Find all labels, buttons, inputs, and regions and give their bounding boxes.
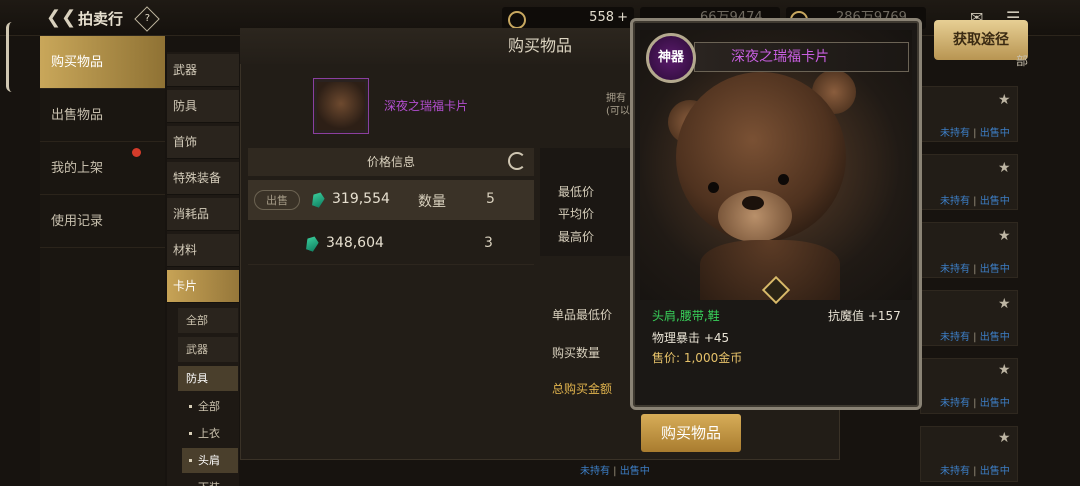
category-consumable[interactable]: 消耗品 — [167, 198, 239, 231]
star-icon[interactable]: ★ — [998, 296, 1011, 312]
list-item-status: 未持有 | 出售中 — [580, 466, 650, 477]
row-2-price: 348,604 — [326, 235, 384, 251]
sidebar-item-sell[interactable]: 出售物品 — [40, 89, 165, 142]
row-1-price: 319,554 — [332, 191, 390, 207]
back-arrow-icon[interactable]: ❮❮ — [46, 8, 76, 28]
card-stat-magic-resist: 抗魔值 +157 — [828, 309, 901, 323]
star-icon[interactable]: ★ — [998, 362, 1011, 378]
buy-button[interactable]: 购买物品 — [641, 414, 741, 452]
price-info-header: 价格信息 — [248, 148, 534, 176]
min-price-label: 最低价 — [558, 185, 595, 199]
star-icon[interactable]: ★ — [998, 160, 1011, 176]
sidebar-item-buy[interactable]: 购买物品 — [40, 36, 165, 89]
card-sell-price: 售价: 1,000金币 — [652, 351, 743, 365]
category-card[interactable]: 卡片 — [167, 270, 239, 303]
card-stat-crit: 物理暴击 +45 — [652, 331, 730, 345]
bear-eye-icon — [778, 174, 789, 185]
notification-dot — [132, 148, 141, 157]
bear-eye-icon — [708, 182, 719, 193]
avg-price-label: 平均价 — [558, 207, 595, 221]
category-material[interactable]: 材料 — [167, 234, 239, 267]
max-price-label: 最高价 — [558, 230, 595, 244]
coin-icon — [508, 11, 526, 29]
category-armor[interactable]: 防具 — [167, 90, 239, 123]
partial-tab-label: 部 — [1016, 54, 1029, 68]
subsub-headshoulder[interactable]: 头肩 — [182, 448, 238, 473]
sub-armor[interactable]: 防具 — [178, 366, 238, 391]
card-name-banner: 深夜之瑞福卡片 — [694, 42, 909, 72]
owned-info: 拥有 (可以 — [606, 93, 630, 117]
sidebar-item-history[interactable]: 使用记录 — [40, 195, 165, 248]
star-icon[interactable]: ★ — [998, 430, 1011, 446]
list-item-status: 未持有 | 出售中 — [940, 264, 1010, 275]
bear-nose-icon — [742, 196, 764, 210]
row-1-qty: 5 — [486, 191, 495, 207]
list-item-status: 未持有 | 出售中 — [940, 398, 1010, 409]
unit-min-price-label: 单品最低价 — [552, 308, 613, 322]
currency-1-amount: 558 — [589, 10, 614, 25]
list-item-status: 未持有 | 出售中 — [940, 332, 1010, 343]
subsub-all[interactable]: 全部 — [182, 394, 238, 419]
buy-qty-label: 购买数量 — [552, 346, 601, 360]
sell-tag[interactable]: 出售 — [254, 190, 300, 210]
star-icon[interactable]: ★ — [998, 92, 1011, 108]
sub-weapon[interactable]: 武器 — [178, 337, 238, 362]
subsub-top[interactable]: 上衣 — [182, 421, 238, 446]
item-name: 深夜之瑞福卡片 — [384, 99, 469, 113]
row-1-qty-label: 数量 — [418, 194, 446, 210]
sidebar-item-my-listings[interactable]: 我的上架 — [40, 142, 165, 195]
category-accessory[interactable]: 首饰 — [167, 126, 239, 159]
row-2-qty: 3 — [484, 235, 493, 251]
subsub-bottom[interactable]: 下装 — [182, 475, 238, 486]
get-source-button[interactable]: 获取途径 — [934, 20, 1028, 60]
star-icon[interactable]: ★ — [998, 228, 1011, 244]
row-divider — [248, 264, 534, 265]
bear-card-thumbnail-icon — [317, 82, 365, 130]
currency-pill-1: 558 + — [502, 7, 634, 29]
total-amount-label: 总购买金额 — [552, 382, 613, 396]
card-slots: 头肩,腰带,鞋 — [652, 309, 720, 323]
rarity-badge: 神器 — [646, 33, 696, 83]
list-item-status: 未持有 | 出售中 — [940, 128, 1010, 139]
list-item-status: 未持有 | 出售中 — [940, 196, 1010, 207]
screen-edge — [6, 22, 12, 92]
category-weapon[interactable]: 武器 — [167, 54, 239, 87]
list-item-status: 未持有 | 出售中 — [940, 466, 1010, 477]
refresh-icon[interactable] — [508, 152, 526, 170]
sub-all[interactable]: 全部 — [178, 308, 238, 333]
currency-1-plus[interactable]: + — [617, 7, 628, 29]
page-title: 拍卖行 — [78, 10, 124, 28]
category-special[interactable]: 特殊装备 — [167, 162, 239, 195]
